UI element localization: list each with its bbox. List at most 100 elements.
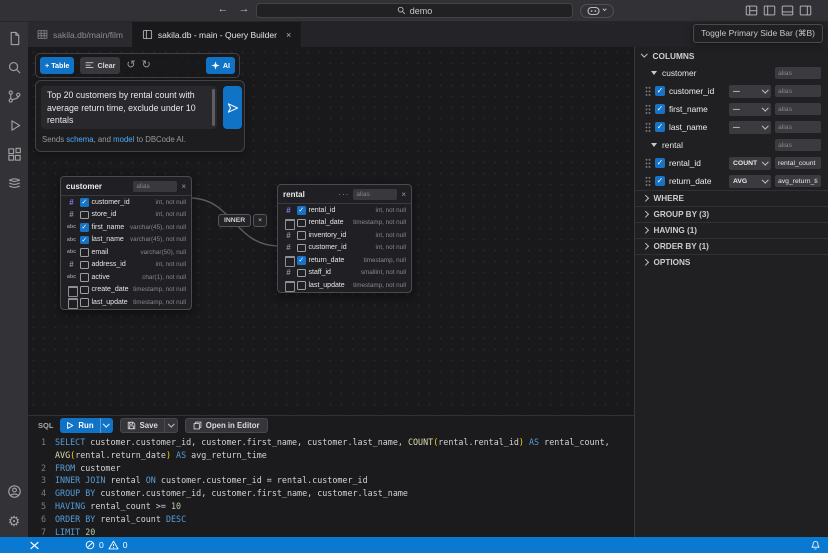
panel-group-customer[interactable]: customer: [635, 64, 828, 82]
table-close-icon[interactable]: ×: [181, 182, 186, 191]
column-alias-input[interactable]: [775, 121, 821, 133]
column-select-checkbox[interactable]: ✓: [655, 176, 665, 186]
notifications-bell-icon[interactable]: [810, 540, 821, 551]
tab-query-builder[interactable]: sakila.db - main - Query Builder ×: [133, 22, 301, 47]
column-select-checkbox[interactable]: ✓: [655, 104, 665, 114]
undo-icon[interactable]: ↺: [126, 60, 135, 71]
table-card-customer[interactable]: customer×#✓customer_idint, not null#stor…: [60, 176, 192, 310]
panel-column-row[interactable]: ✓last_name—: [635, 118, 828, 136]
command-center-search[interactable]: demo: [256, 3, 573, 18]
column-checkbox[interactable]: ✓: [297, 206, 306, 215]
table-alias-input[interactable]: [353, 189, 397, 200]
toggle-panel-icon[interactable]: [781, 4, 794, 17]
dbcode-database-icon[interactable]: [0, 169, 28, 198]
table-column-row[interactable]: #✓rental_idint, not null: [278, 204, 411, 217]
column-checkbox[interactable]: [297, 244, 306, 253]
table-column-row[interactable]: create_datetimestamp, not null: [61, 284, 191, 297]
table-column-row[interactable]: #inventory_idint, not null: [278, 229, 411, 242]
ai-send-button[interactable]: [223, 86, 242, 129]
column-checkbox[interactable]: [80, 248, 89, 257]
settings-gear-icon[interactable]: ⚙: [0, 506, 28, 535]
search-view-icon[interactable]: [0, 53, 28, 82]
panel-column-row[interactable]: ✓rental_idCOUNT: [635, 154, 828, 172]
tab-close-icon[interactable]: ×: [286, 30, 291, 40]
table-column-row[interactable]: #✓customer_idint, not null: [61, 196, 191, 209]
column-checkbox[interactable]: [297, 281, 306, 290]
scrollbar-thumb[interactable]: [212, 89, 215, 126]
column-alias-input[interactable]: [775, 157, 821, 169]
add-table-button[interactable]: + Table: [40, 57, 74, 74]
panel-section-where[interactable]: WHERE: [635, 190, 828, 206]
table-column-row[interactable]: abc✓first_namevarchar(45), not null: [61, 221, 191, 234]
drag-handle-icon[interactable]: [645, 158, 651, 169]
table-column-row[interactable]: abcactivechar(1), not null: [61, 271, 191, 284]
aggregate-dropdown[interactable]: —: [729, 103, 771, 116]
redo-icon[interactable]: ↻: [142, 60, 151, 71]
columns-section-header[interactable]: COLUMNS: [635, 47, 828, 64]
model-link[interactable]: model: [113, 135, 134, 144]
clear-button[interactable]: Clear: [80, 57, 120, 74]
column-checkbox[interactable]: ✓: [80, 236, 89, 245]
sql-code-editor[interactable]: 1SELECT customer.customer_id, customer.f…: [28, 436, 630, 538]
column-checkbox[interactable]: [297, 219, 306, 228]
toggle-primary-sidebar-icon[interactable]: [763, 4, 776, 17]
panel-column-row[interactable]: ✓customer_id—: [635, 82, 828, 100]
back-arrow-icon[interactable]: ←: [215, 3, 231, 15]
drag-handle-icon[interactable]: [645, 104, 651, 115]
run-debug-icon[interactable]: [0, 111, 28, 140]
schema-link[interactable]: schema: [66, 135, 93, 144]
table-column-row[interactable]: #address_idint, not null: [61, 259, 191, 272]
drag-handle-icon[interactable]: [645, 176, 651, 187]
drag-handle-icon[interactable]: [645, 86, 651, 97]
forward-arrow-icon[interactable]: →: [236, 3, 252, 15]
join-remove-icon[interactable]: ×: [253, 214, 267, 227]
aggregate-dropdown[interactable]: —: [729, 121, 771, 134]
panel-section-group[interactable]: GROUP BY (3): [635, 206, 828, 222]
run-button[interactable]: Run: [60, 418, 99, 433]
column-checkbox[interactable]: ✓: [297, 256, 306, 265]
column-alias-input[interactable]: [775, 175, 821, 187]
table-close-icon[interactable]: ×: [401, 190, 406, 199]
ai-button[interactable]: AI: [206, 57, 235, 74]
column-checkbox[interactable]: [297, 269, 306, 278]
column-select-checkbox[interactable]: ✓: [655, 122, 665, 132]
table-column-row[interactable]: last_updatetimestamp, not null: [278, 279, 411, 292]
save-button[interactable]: Save: [121, 419, 164, 432]
copilot-menu-button[interactable]: [580, 4, 614, 18]
table-column-row[interactable]: abcemailvarchar(50), null: [61, 246, 191, 259]
problems-status[interactable]: 0 0: [85, 537, 128, 553]
table-column-row[interactable]: #store_idint, not null: [61, 209, 191, 222]
remote-indicator-icon[interactable]: [29, 540, 40, 551]
panel-column-row[interactable]: ✓first_name—: [635, 100, 828, 118]
toggle-secondary-sidebar-icon[interactable]: [799, 4, 812, 17]
table-column-row[interactable]: #customer_idint, not null: [278, 242, 411, 255]
explorer-icon[interactable]: [0, 24, 28, 53]
column-alias-input[interactable]: [775, 103, 821, 115]
tab-sakila-film[interactable]: sakila.db/main/film: [28, 22, 133, 47]
table-column-row[interactable]: abc✓last_namevarchar(45), not null: [61, 234, 191, 247]
source-control-icon[interactable]: [0, 82, 28, 111]
table-menu-icon[interactable]: ···: [338, 190, 349, 199]
ai-prompt-input[interactable]: Top 20 customers by rental count with av…: [41, 86, 217, 129]
panel-section-options[interactable]: OPTIONS: [635, 254, 828, 270]
table-card-rental[interactable]: rental···×#✓rental_idint, not nullrental…: [277, 184, 412, 293]
column-select-checkbox[interactable]: ✓: [655, 86, 665, 96]
aggregate-dropdown[interactable]: —: [729, 85, 771, 98]
column-checkbox[interactable]: [80, 286, 89, 295]
open-in-editor-button[interactable]: Open in Editor: [185, 418, 268, 433]
customize-layout-icon[interactable]: [745, 4, 758, 17]
table-column-row[interactable]: last_updatetimestamp, not null: [61, 296, 191, 309]
table-column-row[interactable]: ✓return_datetimestamp, null: [278, 254, 411, 267]
column-checkbox[interactable]: [80, 211, 89, 220]
group-alias-input[interactable]: [775, 139, 821, 151]
run-dropdown-button[interactable]: [100, 418, 113, 433]
accounts-icon[interactable]: [0, 477, 28, 506]
column-select-checkbox[interactable]: ✓: [655, 158, 665, 168]
panel-section-having[interactable]: HAVING (1): [635, 222, 828, 238]
panel-group-rental[interactable]: rental: [635, 136, 828, 154]
aggregate-dropdown[interactable]: AVG: [729, 175, 771, 188]
table-column-row[interactable]: #staff_idsmallint, not null: [278, 267, 411, 280]
extensions-icon[interactable]: [0, 140, 28, 169]
drag-handle-icon[interactable]: [645, 122, 651, 133]
join-type-button[interactable]: INNER: [218, 214, 251, 227]
